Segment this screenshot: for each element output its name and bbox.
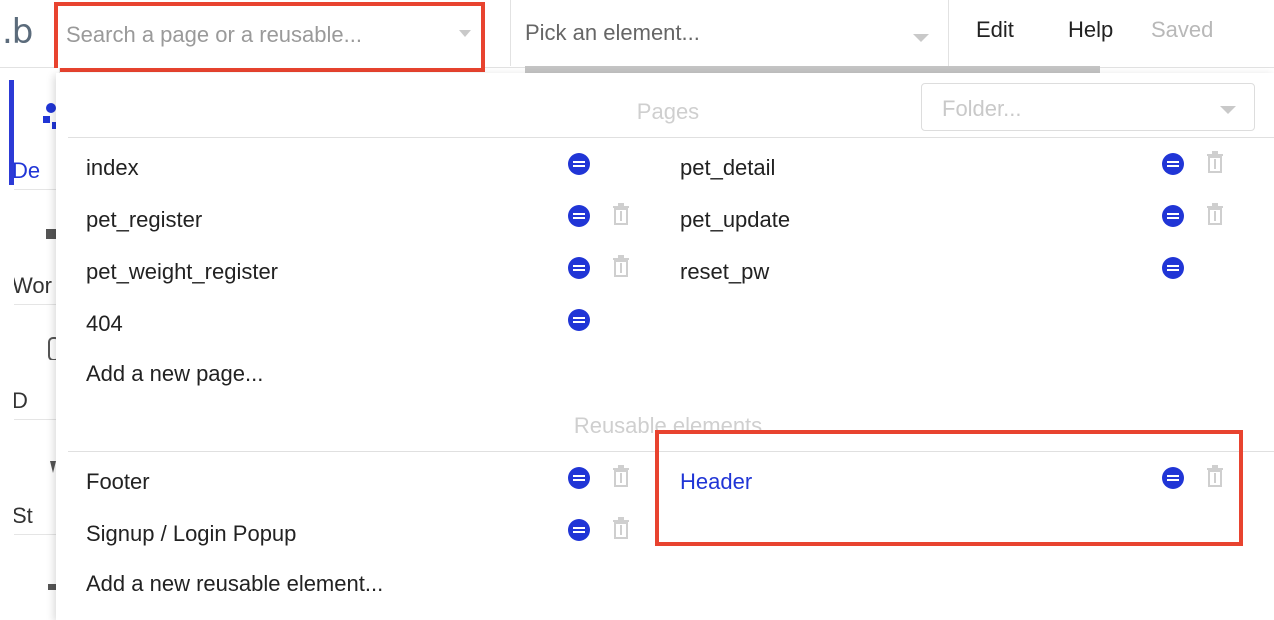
folder-select[interactable]: Folder... — [921, 83, 1255, 131]
page-dropdown-panel: Pages Folder... index pet_detail pet_reg… — [56, 73, 1274, 620]
page-name[interactable]: pet_register — [86, 207, 202, 233]
reusable-row-selected[interactable]: Header — [680, 463, 1240, 503]
reusable-options-icon[interactable] — [568, 467, 590, 489]
page-options-icon[interactable] — [568, 205, 590, 227]
trash-icon[interactable] — [1206, 151, 1224, 173]
section-divider — [68, 451, 1274, 452]
reusable-options-icon[interactable] — [568, 519, 590, 541]
folder-placeholder: Folder... — [942, 96, 1022, 121]
reusable-options-icon[interactable] — [1162, 467, 1184, 489]
horizontal-scrollbar[interactable] — [525, 66, 1100, 73]
page-row[interactable]: index — [86, 149, 646, 189]
sidebar-item-plugins[interactable] — [14, 540, 60, 620]
sidebar-item-design[interactable]: De — [14, 80, 60, 190]
element-picker-label: Pick an element... — [525, 20, 700, 45]
page-row[interactable]: reset_pw — [680, 253, 1240, 293]
page-name[interactable]: 404 — [86, 311, 123, 337]
page-name[interactable]: pet_detail — [680, 155, 775, 181]
reusable-row[interactable]: Footer — [86, 463, 646, 503]
page-name[interactable]: index — [86, 155, 139, 181]
add-page-link[interactable]: Add a new page... — [86, 361, 263, 387]
top-bar: .b Pick an element... Edit Help Saved — [0, 0, 1274, 72]
trash-icon[interactable] — [612, 255, 630, 277]
sidebar-item-label: St — [14, 503, 33, 528]
page-search-input[interactable] — [66, 14, 456, 56]
trash-icon[interactable] — [612, 203, 630, 225]
page-row[interactable]: 404 — [86, 305, 646, 345]
page-search-box[interactable] — [54, 2, 485, 72]
trash-icon[interactable] — [1206, 203, 1224, 225]
page-options-icon[interactable] — [1162, 153, 1184, 175]
help-menu[interactable]: Help — [1068, 17, 1113, 43]
element-picker-dropdown[interactable]: Pick an element... — [511, 4, 947, 62]
trash-icon[interactable] — [1206, 465, 1224, 487]
section-divider — [68, 137, 1274, 138]
page-options-icon[interactable] — [1162, 205, 1184, 227]
chevron-down-icon[interactable] — [1220, 106, 1236, 114]
page-options-icon[interactable] — [568, 309, 590, 331]
chevron-down-icon[interactable] — [913, 34, 929, 42]
edit-menu[interactable]: Edit — [976, 17, 1014, 43]
page-row[interactable]: pet_update — [680, 201, 1240, 241]
bubble-logo[interactable]: .b — [0, 10, 52, 54]
page-row[interactable]: pet_weight_register — [86, 253, 646, 293]
add-reusable-link[interactable]: Add a new reusable element... — [86, 571, 383, 597]
sidebar-item-styles[interactable]: St — [14, 425, 60, 535]
trash-icon[interactable] — [612, 517, 630, 539]
page-row[interactable]: pet_detail — [680, 149, 1240, 189]
page-options-icon[interactable] — [568, 257, 590, 279]
reusable-heading: Reusable elements — [573, 413, 763, 438]
sidebar-item-label: D — [14, 388, 28, 414]
sidebar-item-label: Wor — [14, 273, 52, 298]
page-name[interactable]: pet_weight_register — [86, 259, 278, 285]
page-options-icon[interactable] — [568, 153, 590, 175]
sidebar-item-workflow[interactable]: Wor — [14, 195, 60, 305]
reusable-row[interactable]: Signup / Login Popup — [86, 515, 646, 555]
reusable-name[interactable]: Signup / Login Popup — [86, 521, 296, 547]
reusable-name[interactable]: Footer — [86, 469, 150, 495]
sidebar-item-data[interactable]: D — [14, 310, 60, 420]
divider — [948, 0, 949, 66]
page-row[interactable]: pet_register — [86, 201, 646, 241]
page-name[interactable]: reset_pw — [680, 259, 769, 285]
trash-icon[interactable] — [612, 465, 630, 487]
page-name[interactable]: pet_update — [680, 207, 790, 233]
chevron-down-icon[interactable] — [459, 30, 471, 37]
saved-status: Saved — [1151, 17, 1214, 42]
sidebar-item-label: De — [14, 158, 41, 183]
page-options-icon[interactable] — [1162, 257, 1184, 279]
reusable-name[interactable]: Header — [680, 469, 752, 495]
